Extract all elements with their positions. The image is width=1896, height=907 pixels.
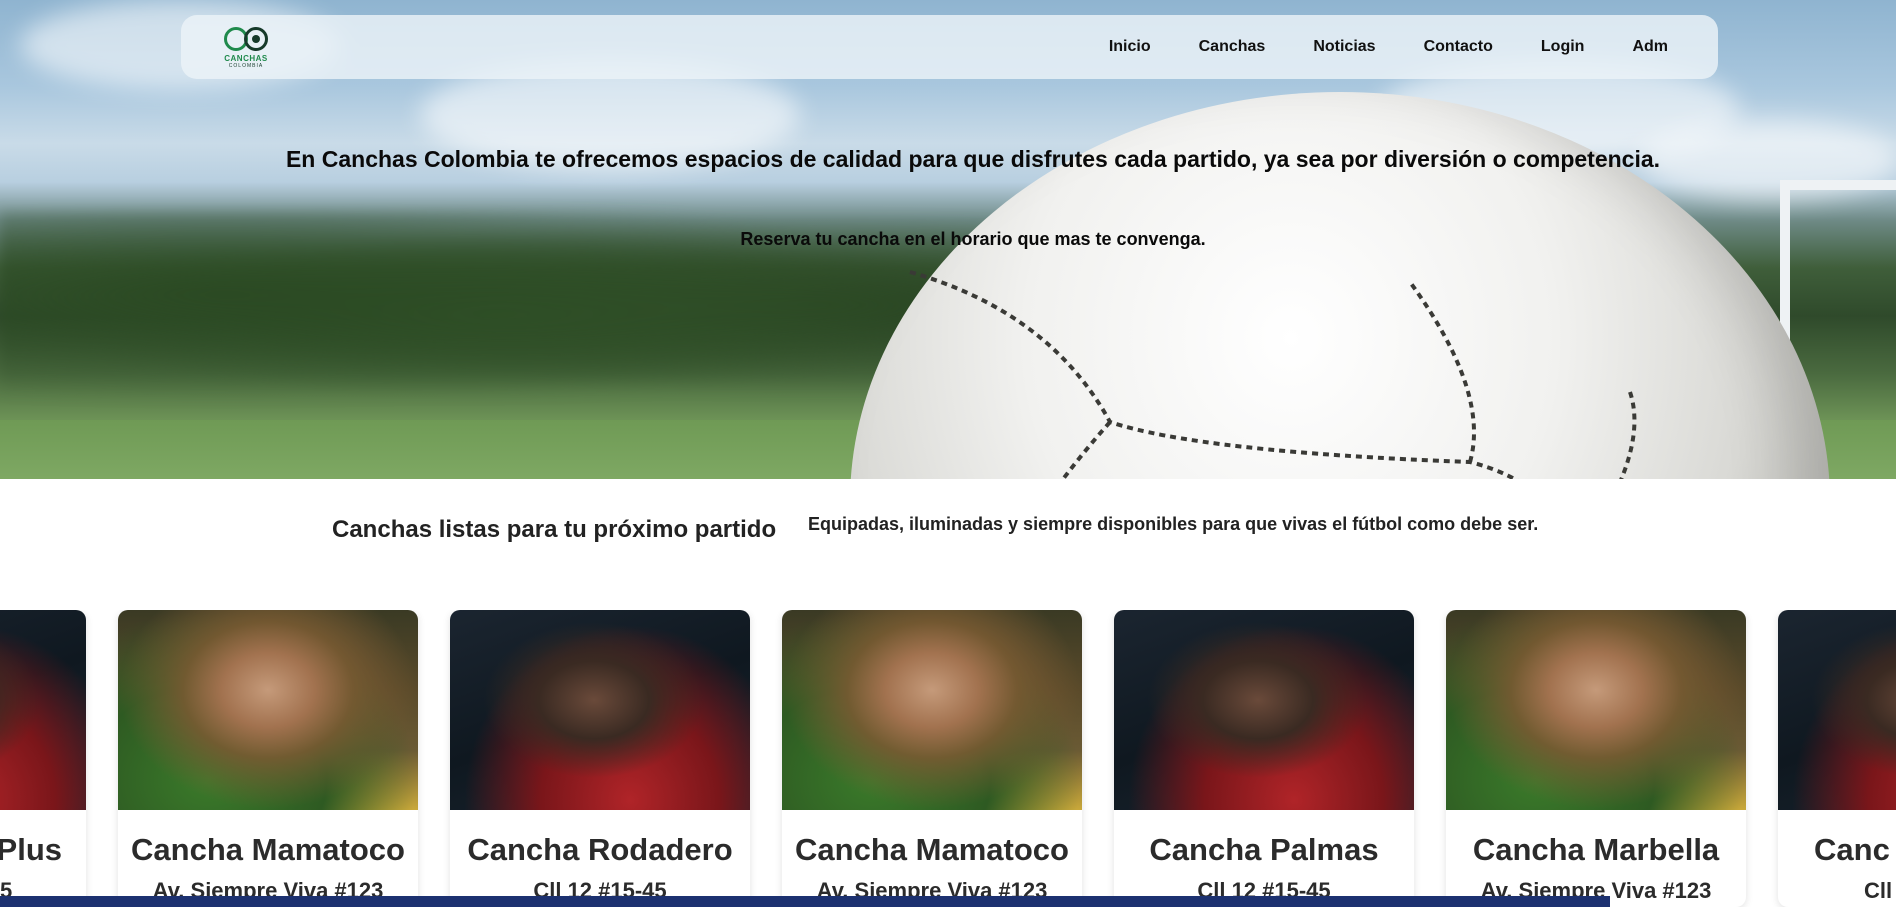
hero-banner: CANCHAS COLOMBIA Inicio Canchas Noticias… <box>0 0 1896 479</box>
section-title: Canchas listas para tu próximo partido <box>332 516 777 543</box>
field-name: Cancha Rodadero <box>467 832 733 867</box>
field-name: Canc <box>1814 832 1890 867</box>
brand-logo[interactable]: CANCHAS COLOMBIA <box>219 26 273 69</box>
field-name: Cancha Mamatoco <box>131 832 405 867</box>
player-photo <box>1778 610 1896 810</box>
player-photo <box>0 610 86 810</box>
field-card[interactable]: Cancha Marbella Av. Siempre Viva #123 <box>1446 610 1746 907</box>
nav-links: Inicio Canchas Noticias Contacto Login A… <box>1085 38 1692 56</box>
player-photo <box>782 610 1082 810</box>
player-photo <box>1114 610 1414 810</box>
nav-link-noticias[interactable]: Noticias <box>1289 38 1399 56</box>
field-name: Cancha Marbella <box>1472 832 1720 867</box>
field-name: Plus <box>0 832 62 867</box>
player-photo <box>450 610 750 810</box>
nav-link-canchas[interactable]: Canchas <box>1175 38 1290 56</box>
field-address: Cll <box>1864 878 1893 903</box>
field-card[interactable]: Cancha Mamatoco Av. Siempre Viva #123 <box>118 610 418 907</box>
field-card[interactable]: Cancha Rodadero Cll 12 #15-45 <box>450 610 750 907</box>
player-photo <box>118 610 418 810</box>
field-name: Cancha Palmas <box>1149 832 1379 867</box>
field-card[interactable]: Cancha Palmas Cll 12 #15-45 <box>1114 610 1414 907</box>
player-photo <box>1446 610 1746 810</box>
field-name: Cancha Mamatoco <box>795 832 1069 867</box>
nav-link-adm[interactable]: Adm <box>1608 38 1692 56</box>
bottom-bar <box>0 896 1610 907</box>
section-description: Equipadas, iluminadas y siempre disponib… <box>808 514 1539 534</box>
hero-title: En Canchas Colombia te ofrecemos espacio… <box>285 146 1661 172</box>
navbar: CANCHAS COLOMBIA Inicio Canchas Noticias… <box>181 15 1718 79</box>
nav-link-login[interactable]: Login <box>1517 38 1609 56</box>
field-card[interactable]: Cancha Mamatoco Av. Siempre Viva #123 <box>782 610 1082 907</box>
field-card[interactable]: Plus 5 <box>0 610 86 907</box>
field-card[interactable]: Canc Cll <box>1778 610 1896 907</box>
fields-carousel[interactable]: Plus 5 Cancha Mamatoco Av. Siempre Viva … <box>0 610 1896 907</box>
nav-link-inicio[interactable]: Inicio <box>1085 38 1175 56</box>
logo-rings-icon <box>224 26 268 52</box>
nav-link-contacto[interactable]: Contacto <box>1400 38 1517 56</box>
hero-subtitle: Reserva tu cancha en el horario que mas … <box>740 229 1206 249</box>
logo-subtext: COLOMBIA <box>228 62 264 69</box>
logo-text: CANCHAS <box>224 53 268 63</box>
